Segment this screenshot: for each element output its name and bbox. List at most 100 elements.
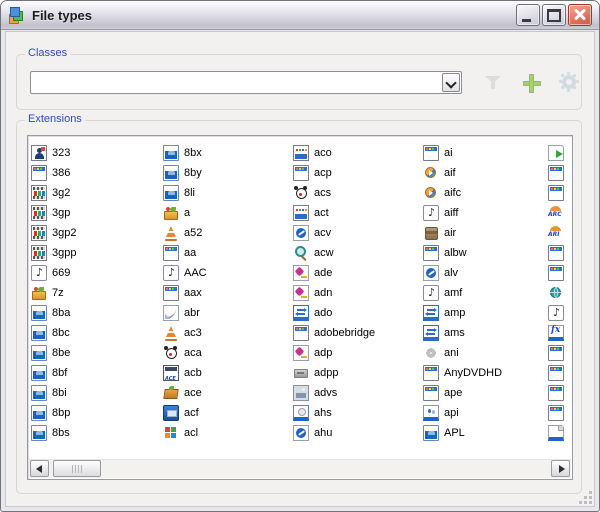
extension-item[interactable]: ado (293, 303, 425, 323)
extension-item[interactable] (548, 363, 573, 383)
scroll-left-button[interactable] (30, 460, 49, 477)
extension-item[interactable]: ape (423, 383, 555, 403)
extension-item[interactable]: adp (293, 343, 425, 363)
extension-item[interactable]: ac3 (163, 323, 295, 343)
extension-item[interactable]: aax (163, 283, 295, 303)
extension-item[interactable]: acv (293, 223, 425, 243)
extension-item[interactable]: AAC (163, 263, 295, 283)
extension-item[interactable]: adn (293, 283, 425, 303)
extension-item[interactable]: adpp (293, 363, 425, 383)
extension-item[interactable]: abr (163, 303, 295, 323)
extension-item[interactable] (548, 203, 573, 223)
extension-item[interactable]: 323 (31, 143, 163, 163)
add-button[interactable] (519, 70, 545, 96)
access-key-icon (293, 285, 309, 301)
extension-item[interactable] (548, 243, 573, 263)
extension-item[interactable] (548, 303, 573, 323)
extension-item[interactable]: acl (163, 423, 295, 443)
extension-item[interactable]: act (293, 203, 425, 223)
extension-item[interactable]: acw (293, 243, 425, 263)
extension-item[interactable] (548, 423, 573, 443)
extension-item[interactable] (548, 163, 573, 183)
extension-label: 8li (184, 187, 195, 199)
classes-combobox[interactable] (30, 71, 462, 94)
extension-item[interactable]: aco (293, 143, 425, 163)
extension-item[interactable]: aifc (423, 183, 555, 203)
extension-item[interactable]: 3gpp (31, 243, 163, 263)
scroll-right-button[interactable] (551, 460, 570, 477)
extension-item[interactable]: 8by (163, 163, 295, 183)
titlebar[interactable]: File types (1, 1, 599, 30)
classes-combo-input[interactable] (34, 74, 439, 91)
extension-item[interactable]: ai (423, 143, 555, 163)
extension-item[interactable]: acp (293, 163, 425, 183)
extension-item[interactable]: aiff (423, 203, 555, 223)
extension-item[interactable]: alv (423, 263, 555, 283)
extension-label: api (444, 407, 459, 419)
extension-item[interactable]: APL (423, 423, 555, 443)
extension-item[interactable] (548, 143, 573, 163)
extension-item[interactable]: aa (163, 243, 295, 263)
extension-item[interactable]: 3g2 (31, 183, 163, 203)
extension-item[interactable]: aif (423, 163, 555, 183)
extension-item[interactable]: ace (163, 383, 295, 403)
extensions-listview[interactable]: 3233863g23gp3gp23gpp6697z8ba8bc8be8bf8bi… (27, 135, 573, 480)
music-note-icon (31, 265, 47, 281)
extension-item[interactable]: 669 (31, 263, 163, 283)
extension-item[interactable] (548, 343, 573, 363)
extension-item[interactable]: 3gp2 (31, 223, 163, 243)
filter-button[interactable] (480, 70, 506, 96)
extension-item[interactable]: 386 (31, 163, 163, 183)
archive-7z-icon (31, 285, 47, 301)
extension-label: aco (314, 147, 332, 159)
extension-item[interactable]: ade (293, 263, 425, 283)
extension-item[interactable]: 8bp (31, 403, 163, 423)
extension-item[interactable]: a52 (163, 223, 295, 243)
extension-item[interactable]: 8ba (31, 303, 163, 323)
extension-item[interactable]: acf (163, 403, 295, 423)
extension-item[interactable] (548, 263, 573, 283)
extension-item[interactable]: advs (293, 383, 425, 403)
app-window-icon (548, 405, 564, 421)
extension-item[interactable] (548, 183, 573, 203)
extension-item[interactable]: 3gp (31, 203, 163, 223)
extension-item[interactable]: 8bf (31, 363, 163, 383)
extension-item[interactable]: air (423, 223, 555, 243)
extension-item[interactable]: albw (423, 243, 555, 263)
resize-grip[interactable] (580, 492, 592, 504)
extension-item[interactable] (548, 323, 573, 343)
extension-item[interactable] (548, 403, 573, 423)
extension-item[interactable]: ani (423, 343, 555, 363)
maximize-button[interactable] (542, 4, 566, 26)
settings-button[interactable] (557, 70, 583, 96)
extension-item[interactable]: ams (423, 323, 555, 343)
extension-item[interactable]: amp (423, 303, 555, 323)
extension-item[interactable]: 8be (31, 343, 163, 363)
minimize-button[interactable] (516, 4, 540, 26)
extension-item[interactable]: adobebridge (293, 323, 425, 343)
extension-item[interactable]: acs (293, 183, 425, 203)
extension-item[interactable] (548, 283, 573, 303)
extension-item[interactable] (548, 223, 573, 243)
horizontal-scrollbar[interactable] (29, 459, 571, 478)
extension-item[interactable]: ahu (293, 423, 425, 443)
extension-item[interactable]: api (423, 403, 555, 423)
extension-item[interactable]: aca (163, 343, 295, 363)
app-window-icon (548, 185, 564, 201)
extension-label: aif (444, 167, 456, 179)
extension-item[interactable]: a (163, 203, 295, 223)
extension-item[interactable]: amf (423, 283, 555, 303)
extension-item[interactable]: 8bs (31, 423, 163, 443)
extension-item[interactable]: 8bx (163, 143, 295, 163)
extension-item[interactable]: 8li (163, 183, 295, 203)
extension-item[interactable]: 7z (31, 283, 163, 303)
extension-item[interactable]: 8bc (31, 323, 163, 343)
extension-item[interactable]: acb (163, 363, 295, 383)
close-button[interactable] (568, 4, 592, 26)
scrollbar-thumb[interactable] (53, 460, 101, 477)
extension-item[interactable]: ahs (293, 403, 425, 423)
extension-item[interactable] (548, 383, 573, 403)
extension-item[interactable]: 8bi (31, 383, 163, 403)
combo-dropdown-button[interactable] (442, 73, 460, 92)
extension-item[interactable]: AnyDVDHD (423, 363, 555, 383)
